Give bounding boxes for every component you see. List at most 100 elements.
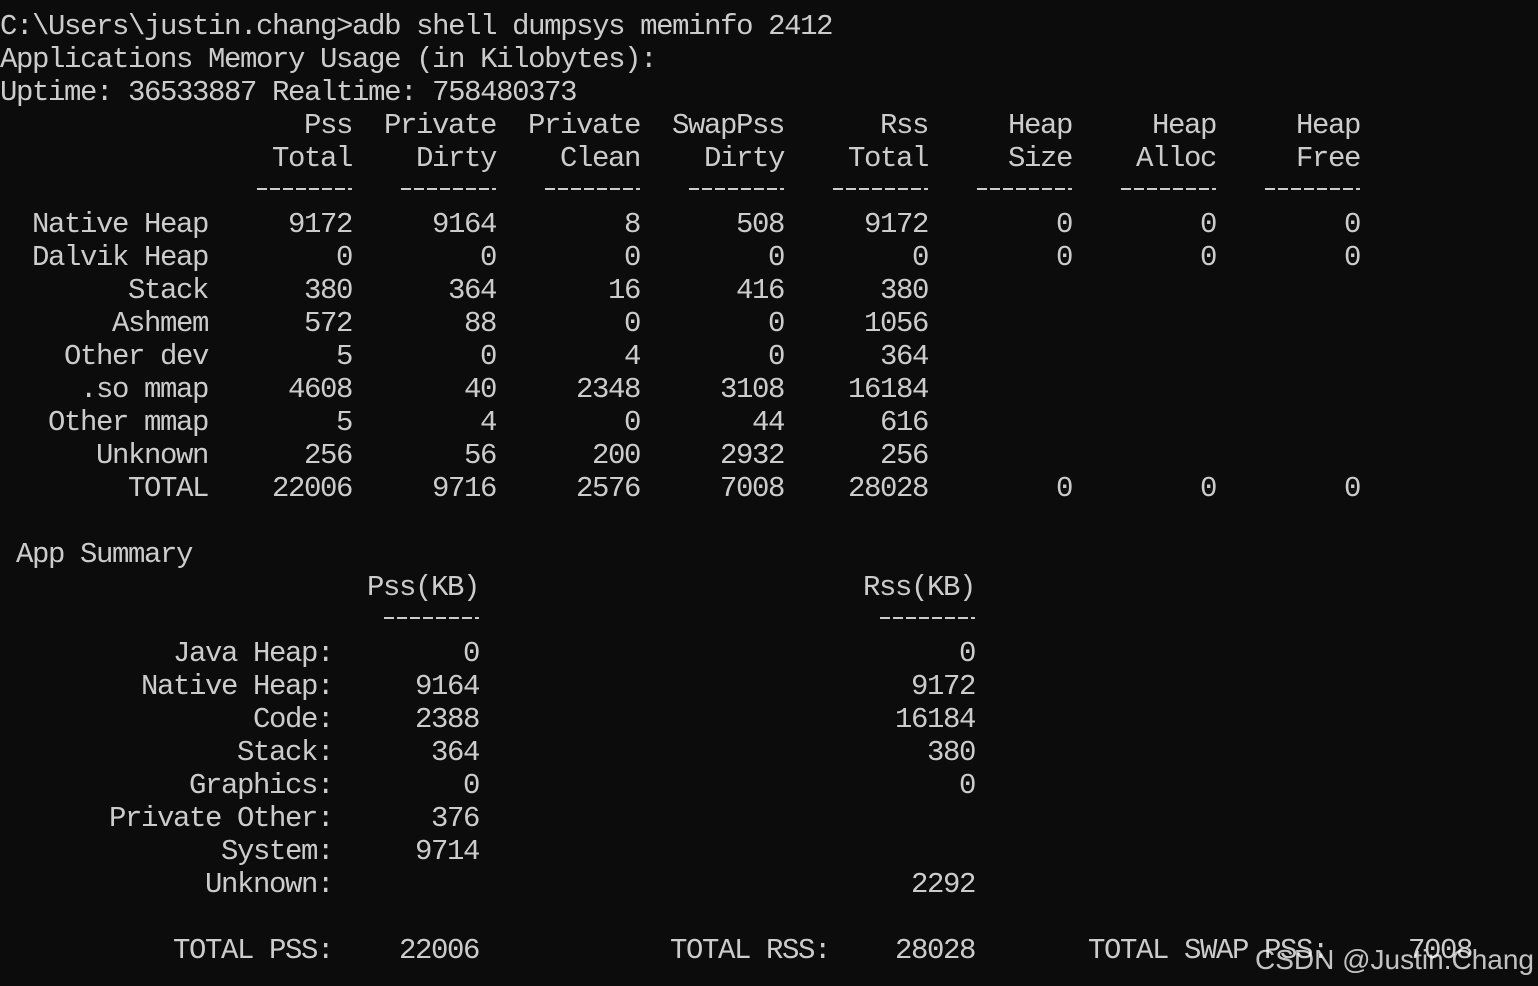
app-summary-row: Graphics: 0 0 <box>0 769 1538 802</box>
table-cell: 0 <box>623 241 641 274</box>
table-cell: 0 <box>479 340 497 373</box>
column-separator <box>1121 188 1216 190</box>
summary-label: Unknown: <box>204 868 334 901</box>
summary-pss-value: 0 <box>462 769 480 802</box>
column-separator <box>1265 188 1360 190</box>
table-cell: 508 <box>735 208 785 241</box>
csdn-watermark: CSDN @Justin.Chang <box>1255 944 1534 975</box>
app-summary-row: Stack: 364 380 <box>0 736 1538 769</box>
summary-pss-value: 9164 <box>414 670 480 703</box>
column-header: Alloc <box>1135 142 1217 175</box>
summary-pss-value: 2388 <box>414 703 480 736</box>
summary-pss-value: 364 <box>430 736 480 769</box>
table-row: Native Heap 9172 9164 8 508 9172 0 0 0 <box>0 208 1538 241</box>
summary-pss-value: 9714 <box>414 835 480 868</box>
summary-rss-value: 9172 <box>910 670 976 703</box>
table-cell: 9716 <box>431 472 497 505</box>
table-cell: 0 <box>479 241 497 274</box>
column-header: SwapPss <box>671 109 785 142</box>
total-pss-label: TOTAL PSS: <box>172 934 334 967</box>
table-cell: 16 <box>607 274 641 307</box>
table-cell: 200 <box>591 439 641 472</box>
table-cell: 380 <box>879 274 929 307</box>
column-header: Private <box>527 109 641 142</box>
table-cell: 0 <box>767 340 785 373</box>
summary-pss-value: 376 <box>430 802 480 835</box>
table-cell: 40 <box>463 373 497 406</box>
table-cell: 4608 <box>287 373 353 406</box>
table-cell: 8 <box>623 208 641 241</box>
column-separator <box>401 188 496 190</box>
row-label: Dalvik Heap <box>31 241 209 274</box>
row-label: .so mmap <box>79 373 209 406</box>
table-cell: 2932 <box>719 439 785 472</box>
table-cell: 0 <box>623 307 641 340</box>
pss-kb-header: Pss(KB) <box>366 571 480 604</box>
summary-label: Stack: <box>236 736 334 769</box>
table-header-row-top: Pss Private Private SwapPss Rss Heap Heap Heap <box>0 109 1538 142</box>
table-cell: 5 <box>335 406 353 439</box>
column-header: Rss <box>879 109 929 142</box>
table-cell: 0 <box>767 241 785 274</box>
table-row: Other dev 5 0 4 0 364 <box>0 340 1538 373</box>
table-cell: 9172 <box>287 208 353 241</box>
column-separator <box>257 188 352 190</box>
table-cell: 380 <box>303 274 353 307</box>
table-cell: 1056 <box>863 307 929 340</box>
column-header: Total <box>271 142 353 175</box>
table-cell: 0 <box>623 406 641 439</box>
table-cell: 616 <box>879 406 929 439</box>
column-header: Private <box>383 109 497 142</box>
column-separator <box>833 188 928 190</box>
table-cell: 0 <box>1055 241 1073 274</box>
table-cell: 364 <box>447 274 497 307</box>
summary-pss-value: 0 <box>462 637 480 670</box>
table-cell: 3108 <box>719 373 785 406</box>
table-cell: 4 <box>479 406 497 439</box>
table-cell: 5 <box>335 340 353 373</box>
output-heading: Applications Memory Usage (in Kilobytes)… <box>0 43 1538 76</box>
table-cell: 0 <box>1199 241 1217 274</box>
table-cell: 0 <box>767 307 785 340</box>
table-cell: 256 <box>879 439 929 472</box>
table-cell: 44 <box>751 406 785 439</box>
summary-rss-value: 0 <box>958 637 976 670</box>
row-label: TOTAL <box>127 472 209 505</box>
command-line: C:\Users\justin.chang>adb shell dumpsys … <box>0 10 1538 43</box>
table-header-row-bottom: Total Dirty Clean Dirty Total Size Alloc Free <box>0 142 1538 175</box>
column-header: Pss <box>303 109 353 142</box>
column-header: Size <box>1007 142 1073 175</box>
summary-label: Java Heap: <box>172 637 334 670</box>
column-header: Heap <box>1151 109 1217 142</box>
app-summary-title: App Summary <box>16 538 193 571</box>
table-cell: 0 <box>1343 241 1361 274</box>
table-cell: 364 <box>879 340 929 373</box>
app-summary-row: Code: 2388 16184 <box>0 703 1538 736</box>
table-cell: 416 <box>735 274 785 307</box>
table-cell: 2576 <box>575 472 641 505</box>
column-header: Free <box>1295 142 1361 175</box>
column-header: Heap <box>1007 109 1073 142</box>
table-row: Unknown 256 56 200 2932 256 <box>0 439 1538 472</box>
uptime-text: Uptime: 36533887 Realtime: 758480373 <box>0 76 578 109</box>
row-label: Unknown <box>95 439 209 472</box>
row-label: Other dev <box>63 340 209 373</box>
table-cell: 56 <box>463 439 497 472</box>
summary-label: Private Other: <box>108 802 334 835</box>
table-cell: 572 <box>303 307 353 340</box>
command-text: C:\Users\justin.chang>adb shell dumpsys … <box>0 10 834 43</box>
summary-rss-value: 0 <box>958 769 976 802</box>
table-cell: 28028 <box>847 472 929 505</box>
app-summary-row: System: 9714 <box>0 835 1538 868</box>
total-rss-value: 28028 <box>894 934 976 967</box>
summary-rss-value: 2292 <box>910 868 976 901</box>
terminal-window[interactable]: C:\Users\justin.chang>adb shell dumpsys … <box>0 0 1538 986</box>
column-header: Dirty <box>415 142 497 175</box>
table-cell: 0 <box>1199 208 1217 241</box>
table-cell: 0 <box>1343 472 1361 505</box>
table-cell: 22006 <box>271 472 353 505</box>
summary-label: Native Heap: <box>140 670 334 703</box>
column-header: Heap <box>1295 109 1361 142</box>
table-cell: 9172 <box>863 208 929 241</box>
app-summary-row: Private Other: 376 <box>0 802 1538 835</box>
